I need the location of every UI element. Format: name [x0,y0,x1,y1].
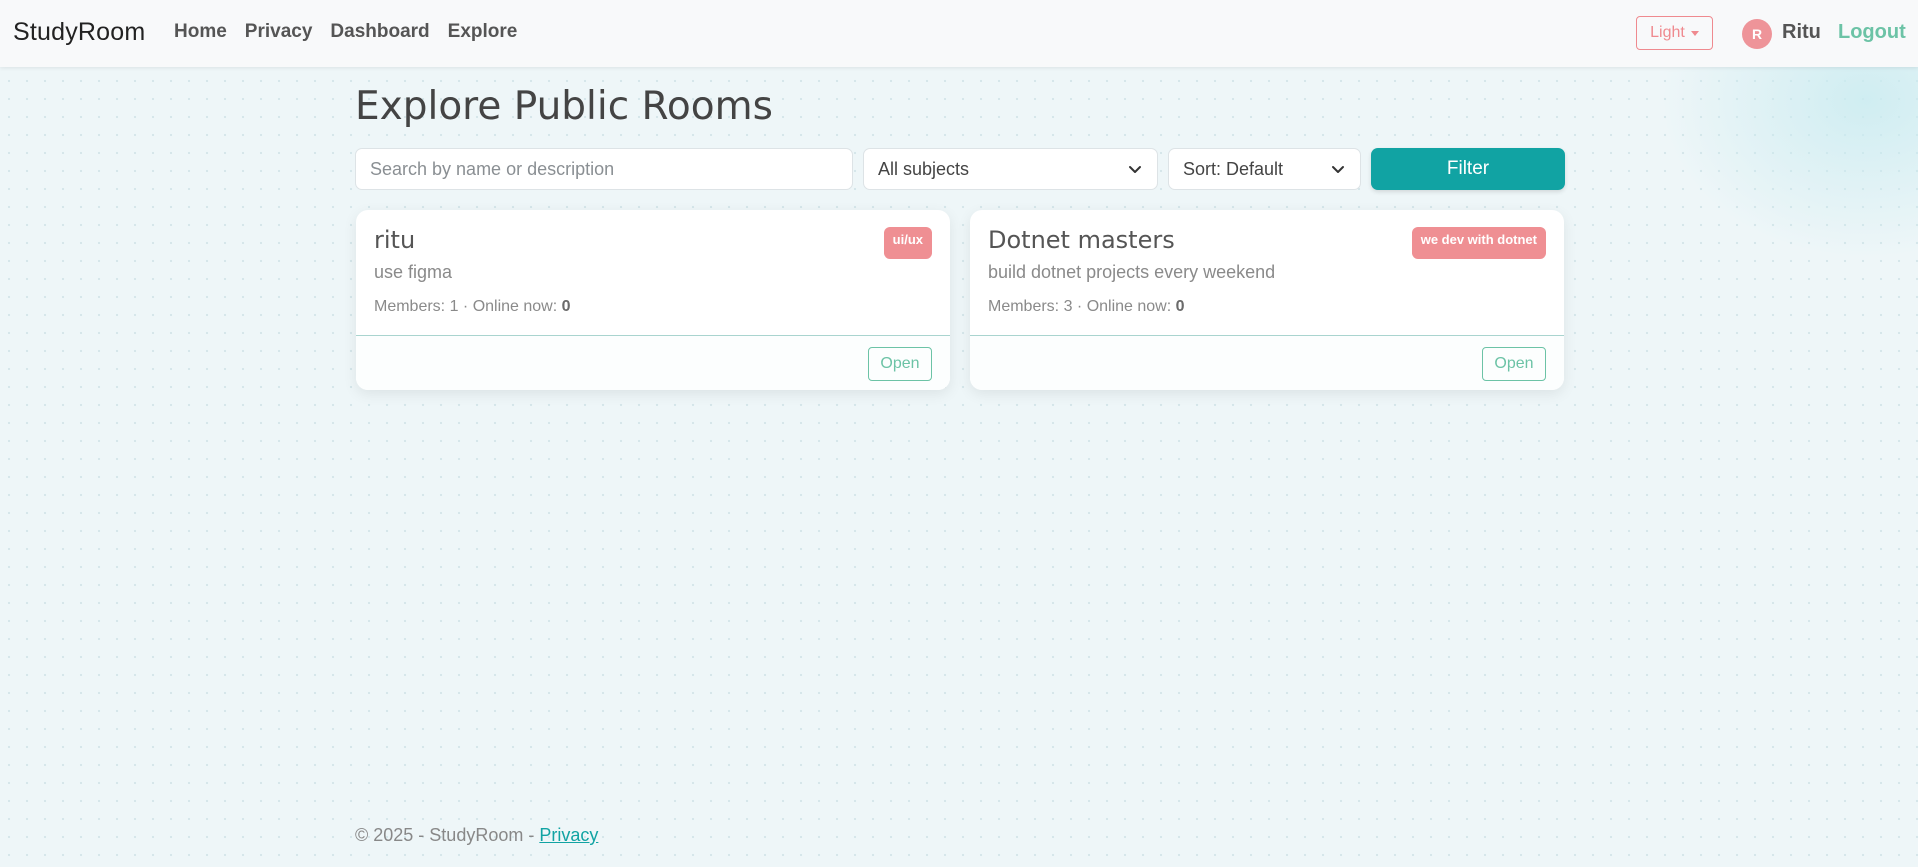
room-card-footer: Open [356,336,950,390]
filter-button[interactable]: Filter [1371,148,1565,190]
subject-badge: ui/ux [883,227,932,259]
open-room-button[interactable]: Open [868,347,932,381]
chevron-down-icon [1129,166,1141,173]
user-name: Ritu [1782,21,1821,43]
room-name: ritu [374,226,416,254]
brand-logo[interactable]: StudyRoom [13,18,145,47]
room-meta: Members: 3 · Online now: 0 [988,298,1185,316]
page-footer: © 2025 - StudyRoom - Privacy [355,825,598,846]
subject-select-value: All subjects [878,158,970,179]
chevron-down-icon [1332,166,1344,173]
sort-select-value: Sort: Default [1183,158,1284,179]
footer-privacy-link[interactable]: Privacy [539,825,598,845]
room-description: build dotnet projects every weekend [988,262,1276,282]
room-description: use figma [374,262,453,282]
room-card-body: ritu ui/ux use figma Members: 1 · Online… [356,210,950,336]
room-card-footer: Open [970,336,1564,390]
avatar: R [1742,19,1772,49]
theme-dropdown-button[interactable]: Light [1636,16,1713,50]
theme-label: Light [1650,24,1685,41]
open-room-button[interactable]: Open [1482,347,1546,381]
room-card: ritu ui/ux use figma Members: 1 · Online… [356,210,950,390]
subject-badge: we dev with dotnet [1411,227,1546,259]
nav-link-dashboard[interactable]: Dashboard [330,21,429,43]
nav-link-privacy[interactable]: Privacy [245,21,313,43]
room-name: Dotnet masters [988,226,1175,254]
logout-link[interactable]: Logout [1838,21,1906,44]
footer-copyright: © 2025 - StudyRoom - [355,825,540,845]
search-input[interactable] [355,148,853,190]
caret-down-icon [1690,30,1699,36]
room-online-count: 0 [1175,298,1185,315]
nav-link-explore[interactable]: Explore [448,21,518,43]
room-meta: Members: 1 · Online now: 0 [374,298,571,316]
room-members-label: Members: 3 · Online now: [988,298,1172,315]
sort-select[interactable]: Sort: Default [1168,148,1361,190]
subject-select[interactable]: All subjects [863,148,1158,190]
room-online-count: 0 [561,298,571,315]
page-title: Explore Public Rooms [355,84,773,129]
nav-links: Home Privacy Dashboard Explore [174,21,535,43]
nav-link-home[interactable]: Home [174,21,227,43]
room-card: Dotnet masters we dev with dotnet build … [970,210,1564,390]
background-glow [1658,60,1918,260]
room-members-label: Members: 1 · Online now: [374,298,558,315]
top-navbar: StudyRoom Home Privacy Dashboard Explore… [0,0,1918,67]
room-card-body: Dotnet masters we dev with dotnet build … [970,210,1564,336]
